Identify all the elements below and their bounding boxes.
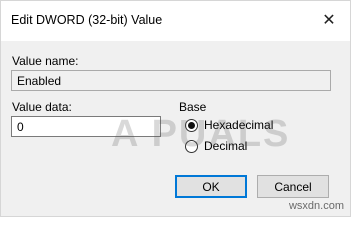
value-name-field[interactable] [11,70,331,91]
base-label: Base [179,100,207,114]
site-watermark: wsxdn.com [288,200,344,212]
close-button[interactable]: ✕ [314,7,344,33]
cancel-button[interactable]: Cancel [257,175,329,198]
ok-button[interactable]: OK [175,175,247,198]
dialog-body: Value name: Value data: Base Hexadecimal… [1,41,350,216]
radio-hexadecimal[interactable]: Hexadecimal [185,118,273,132]
radio-label-decimal: Decimal [204,139,248,153]
radio-label-hexadecimal: Hexadecimal [204,118,274,132]
title-bar: Edit DWORD (32-bit) Value ✕ [1,1,350,41]
edit-dword-dialog: Edit DWORD (32-bit) Value ✕ Value name: … [0,0,351,217]
dialog-title: Edit DWORD (32-bit) Value [11,13,163,27]
radio-decimal[interactable]: Decimal [185,139,247,153]
value-data-label: Value data: [12,100,72,114]
radio-button-hexadecimal[interactable] [185,118,198,132]
radio-button-decimal[interactable] [185,139,198,153]
value-name-label: Value name: [12,54,79,68]
close-icon: ✕ [322,12,336,29]
value-data-input[interactable] [11,116,161,137]
